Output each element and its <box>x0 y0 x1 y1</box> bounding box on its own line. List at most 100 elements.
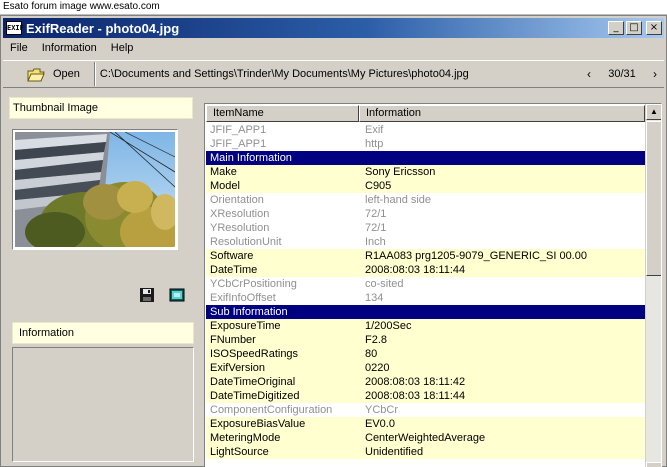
item-name-cell: YCbCrPositioning <box>210 278 297 290</box>
item-name-cell: JFIF_APP1 <box>210 138 267 150</box>
scroll-up-arrow-icon[interactable]: ▲ <box>646 104 661 120</box>
minimize-button[interactable]: _ <box>608 21 624 35</box>
vertical-scrollbar[interactable]: ▲ ▼ <box>645 104 661 467</box>
open-folder-icon <box>27 68 45 82</box>
item-name-cell: Main Information <box>210 152 292 164</box>
table-row[interactable]: Orientation left-hand side <box>206 193 646 207</box>
view-image-icon[interactable] <box>169 287 185 303</box>
menu-bar: File Information Help <box>3 39 664 57</box>
menu-file[interactable]: File <box>3 42 35 54</box>
item-name-cell: Make <box>210 166 237 178</box>
item-name-cell: MeteringMode <box>210 432 281 444</box>
list-rows: JFIF_APP1 Exif JFIF_APP1 http Main Informati… <box>206 123 646 459</box>
information-cell: CenterWeightedAverage <box>365 432 486 444</box>
item-name-cell: Model <box>210 180 240 192</box>
item-name-cell: DateTimeDigitized <box>210 390 300 402</box>
table-row[interactable]: ExposureTime 1/200Sec <box>206 319 646 333</box>
information-header: Information <box>12 322 194 344</box>
table-row[interactable]: ExposureBiasValue EV0.0 <box>206 417 646 431</box>
item-name-cell: ExposureTime <box>210 320 281 332</box>
table-row[interactable]: Software R1AA083 prg1205-9079_GENERIC_SI … <box>206 249 646 263</box>
menu-help[interactable]: Help <box>104 42 141 54</box>
table-row[interactable]: DateTimeDigitized 2008:08:03 18:11:44 <box>206 389 646 403</box>
column-itemname[interactable]: ItemName <box>206 105 359 122</box>
item-name-cell: Sub Information <box>210 306 288 318</box>
list-header: ItemName Information <box>206 105 645 122</box>
open-button[interactable]: Open <box>5 62 90 86</box>
item-name-cell: JFIF_APP1 <box>210 124 267 136</box>
item-name-cell: Orientation <box>210 194 264 206</box>
section-row[interactable]: Sub Information <box>206 305 646 319</box>
item-name-cell: ISOSpeedRatings <box>210 348 299 360</box>
item-name-cell: FNumber <box>210 334 256 346</box>
table-row[interactable]: JFIF_APP1 Exif <box>206 123 646 137</box>
information-cell: 2008:08:03 18:11:42 <box>365 376 466 388</box>
table-row[interactable]: LightSource Unidentified <box>206 445 646 459</box>
table-row[interactable]: YCbCrPositioning co-sited <box>206 277 646 291</box>
information-cell: Sony Ericsson <box>365 166 436 178</box>
information-cell: EV0.0 <box>365 418 395 430</box>
left-panel: Thumbnail Image Information <box>3 91 200 463</box>
table-row[interactable]: MeteringMode CenterWeightedAverage <box>206 431 646 445</box>
table-row[interactable]: FNumber F2.8 <box>206 333 646 347</box>
information-cell: 0220 <box>365 362 390 374</box>
table-row[interactable]: DateTimeOriginal 2008:08:03 18:11:42 <box>206 375 646 389</box>
information-cell: R1AA083 prg1205-9079_GENERIC_SI 00.00 <box>365 250 587 262</box>
table-row[interactable]: ExifInfoOffset 134 <box>206 291 646 305</box>
exif-list[interactable]: ItemName Information JFIF_APP1 Exif JFIF_A… <box>204 103 662 467</box>
scroll-thumb[interactable] <box>646 121 661 276</box>
section-row[interactable]: Main Information <box>206 151 646 165</box>
previous-image-button[interactable]: ‹ <box>580 67 598 81</box>
table-row[interactable]: ResolutionUnit Inch <box>206 235 646 249</box>
item-name-cell: XResolution <box>210 208 270 220</box>
information-cell: 2008:08:03 18:11:44 <box>365 264 466 276</box>
title-bar[interactable]: EXIF ExifReader - photo04.jpg _ □ × <box>3 18 664 38</box>
save-disk-icon[interactable] <box>139 287 155 303</box>
item-name-cell: YResolution <box>210 222 270 234</box>
information-cell: F2.8 <box>365 334 388 346</box>
table-row[interactable]: Model C905 <box>206 179 646 193</box>
information-cell: C905 <box>365 180 392 192</box>
information-cell: left-hand side <box>365 194 432 206</box>
next-image-button[interactable]: › <box>646 67 664 81</box>
thumbnail-image <box>15 132 175 247</box>
close-button[interactable]: × <box>646 21 662 35</box>
thumbnail-frame <box>12 129 178 250</box>
information-cell: YCbCr <box>365 404 399 416</box>
table-row[interactable]: Make Sony Ericsson <box>206 165 646 179</box>
table-row[interactable]: JFIF_APP1 http <box>206 137 646 151</box>
information-cell: 72/1 <box>365 208 387 220</box>
information-cell: Unidentified <box>365 446 424 458</box>
information-cell: 2008:08:03 18:11:44 <box>365 390 466 402</box>
table-row[interactable]: ExifVersion 0220 <box>206 361 646 375</box>
file-path: C:\Documents and Settings\Trinder\My Doc… <box>99 68 469 80</box>
item-name-cell: ExifVersion <box>210 362 266 374</box>
information-cell: 1/200Sec <box>365 320 412 332</box>
item-name-cell: LightSource <box>210 446 269 458</box>
information-box <box>12 347 194 462</box>
menu-information[interactable]: Information <box>35 42 104 54</box>
information-cell: Inch <box>365 236 386 248</box>
information-cell: Exif <box>365 124 384 136</box>
table-row[interactable]: YResolution 72/1 <box>206 221 646 235</box>
table-row[interactable]: XResolution 72/1 <box>206 207 646 221</box>
item-name-cell: DateTime <box>210 264 258 276</box>
item-name-cell: ExposureBiasValue <box>210 418 306 430</box>
item-name-cell: ResolutionUnit <box>210 236 282 248</box>
maximize-button[interactable]: □ <box>626 21 642 35</box>
table-row[interactable]: DateTime 2008:08:03 18:11:44 <box>206 263 646 277</box>
app-icon: EXIF <box>6 21 24 35</box>
toolbar-separator <box>93 62 96 86</box>
thumbnail-header: Thumbnail Image <box>9 97 193 119</box>
information-cell: 72/1 <box>365 222 387 234</box>
column-information[interactable]: Information <box>359 105 645 122</box>
toolbar: Open C:\Documents and Settings\Trinder\M… <box>3 60 664 88</box>
scroll-down-arrow-icon[interactable]: ▼ <box>646 462 661 467</box>
window-title: ExifReader - photo04.jpg <box>26 20 180 36</box>
table-row[interactable]: ComponentConfiguration YCbCr <box>206 403 646 417</box>
information-cell: 80 <box>365 348 378 360</box>
information-cell: 134 <box>365 292 384 304</box>
item-name-cell: Software <box>210 250 254 262</box>
table-row[interactable]: ISOSpeedRatings 80 <box>206 347 646 361</box>
information-cell: co-sited <box>365 278 404 290</box>
